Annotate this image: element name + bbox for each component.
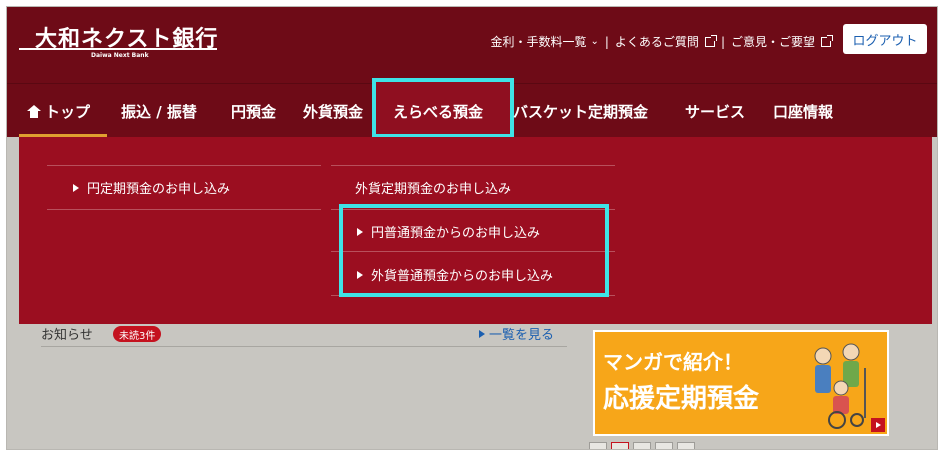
- rates-fees-link[interactable]: 金利・手数料一覧 ⌄: [490, 33, 598, 50]
- play-icon[interactable]: [871, 418, 885, 432]
- home-icon: [27, 104, 41, 118]
- faq-link[interactable]: よくあるご質問: [614, 33, 717, 50]
- unread-badge: 未読3件: [113, 326, 162, 342]
- divider: |: [720, 34, 725, 49]
- main-nav: トップ 振込 / 振替 円預金 外貨預金 えらべる預金 バスケット定期預金 サー…: [7, 78, 937, 138]
- browser-frame: 大和ネクスト銀行 Daiwa Next Bank 金利・手数料一覧 ⌄ | よく…: [6, 6, 938, 450]
- divider: [47, 165, 321, 166]
- dropdown-menu: 円定期預金のお申し込み 外貨定期預金のお申し込み 円普通預金からのお申し込み 外…: [19, 137, 932, 324]
- nav-item-basket-deposit[interactable]: バスケット定期預金: [513, 84, 648, 138]
- logo-underline: [19, 48, 217, 50]
- rates-fees-label: 金利・手数料一覧: [490, 35, 587, 49]
- faq-label: よくあるご質問: [614, 35, 699, 49]
- logo-subtext: Daiwa Next Bank: [91, 52, 149, 59]
- utility-links: 金利・手数料一覧 ⌄ | よくあるご質問 | ご意見・ご要望: [490, 33, 833, 50]
- chevron-down-icon: ⌄: [590, 36, 599, 47]
- divider: [41, 346, 567, 347]
- carousel-dot[interactable]: [589, 442, 607, 449]
- triangle-right-icon: [479, 329, 485, 338]
- submenu-highlight-box: [339, 204, 609, 297]
- site-header: 大和ネクスト銀行 Daiwa Next Bank 金利・手数料一覧 ⌄ | よく…: [7, 7, 937, 83]
- banner-text-line2: 応援定期預金: [603, 384, 760, 414]
- carousel-dot[interactable]: [655, 442, 673, 449]
- banner-text-line1: マンガで紹介！: [603, 350, 743, 374]
- divider: [47, 209, 321, 210]
- people-illustration-icon: [814, 343, 866, 429]
- nav-item-label: トップ: [45, 102, 91, 121]
- nav-item-foreign-deposit[interactable]: 外貨預金: [303, 84, 363, 138]
- bank-logo[interactable]: 大和ネクスト銀行 Daiwa Next Bank: [19, 21, 219, 61]
- nav-item-yen-deposit[interactable]: 円預金: [231, 84, 276, 138]
- feedback-label: ご意見・ご要望: [730, 35, 815, 49]
- external-link-icon: [704, 34, 717, 47]
- carousel-dot[interactable]: [677, 442, 695, 449]
- promo-banner[interactable]: マンガで紹介！ 応援定期預金: [593, 330, 889, 436]
- page-content: お知らせ 未読3件 一覧を見る マンガで紹介！ 応援定期預金: [7, 324, 937, 449]
- carousel-dot-active[interactable]: [611, 442, 629, 449]
- nav-item-top[interactable]: トップ: [27, 84, 90, 138]
- view-all-label: 一覧を見る: [489, 328, 555, 343]
- divider: |: [604, 34, 609, 49]
- carousel-dot[interactable]: [633, 442, 651, 449]
- view-all-link[interactable]: 一覧を見る: [479, 324, 554, 343]
- menu-item-yen-time-deposit[interactable]: 円定期預金のお申し込み: [73, 178, 230, 197]
- divider: [331, 165, 615, 166]
- triangle-right-icon: [73, 183, 79, 192]
- nav-item-transfer[interactable]: 振込 / 振替: [121, 84, 197, 138]
- notice-heading: お知らせ: [41, 328, 93, 343]
- menu-item-label: 円定期預金のお申し込み: [87, 182, 231, 197]
- banner-image: マンガで紹介！ 応援定期預金: [595, 332, 887, 434]
- nav-item-services[interactable]: サービス: [685, 84, 745, 138]
- external-link-icon: [821, 34, 833, 47]
- carousel-pagination: [589, 442, 695, 449]
- logout-button[interactable]: ログアウト: [843, 24, 927, 54]
- nav-item-account-info[interactable]: 口座情報: [773, 84, 833, 138]
- menu-heading-foreign-time-deposit[interactable]: 外貨定期預金のお申し込み: [355, 178, 511, 197]
- feedback-link[interactable]: ご意見・ご要望: [730, 33, 833, 50]
- nav-item-selectable-deposit[interactable]: えらべる預金: [393, 84, 483, 138]
